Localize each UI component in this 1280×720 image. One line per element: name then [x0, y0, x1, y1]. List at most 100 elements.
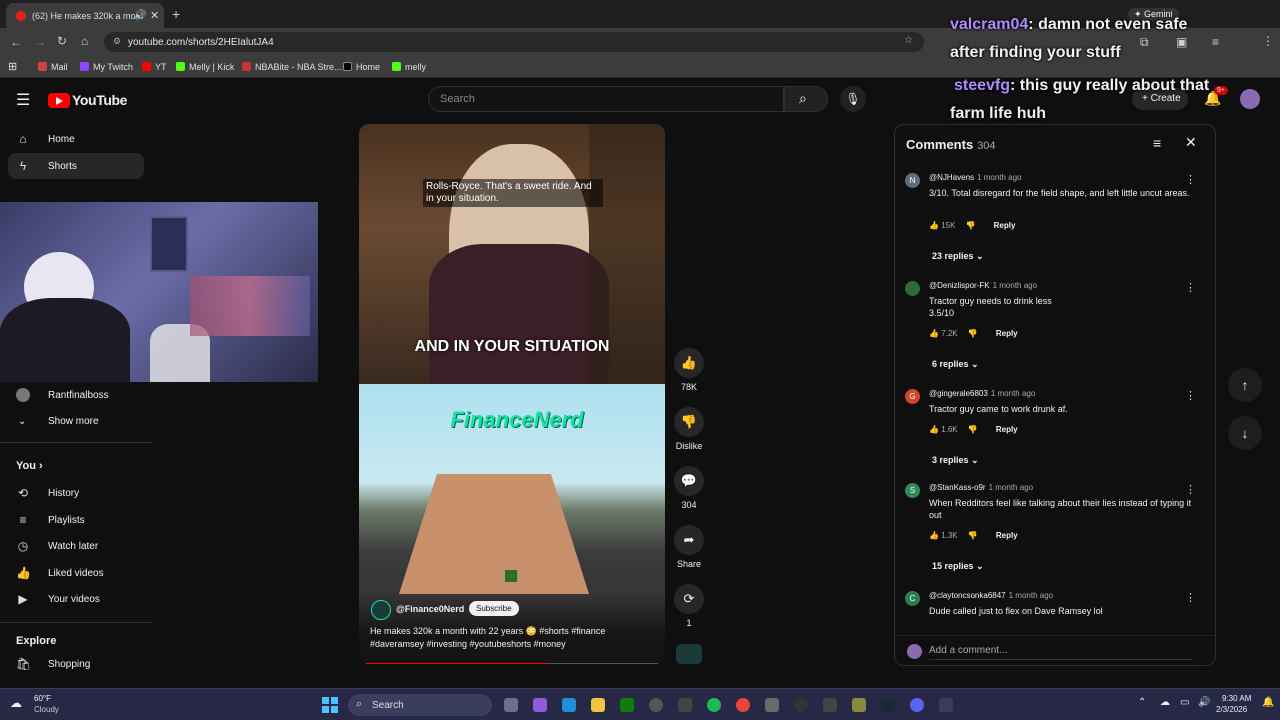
- comment-menu-icon[interactable]: ⋮: [1185, 281, 1196, 294]
- hamburger-menu-icon[interactable]: ☰: [16, 90, 30, 110]
- volume-icon[interactable]: 🔊: [1198, 697, 1210, 708]
- comments-button[interactable]: 💬 304: [674, 466, 704, 510]
- dislike-button[interactable]: 👎 Dislike: [674, 407, 704, 451]
- comment-menu-icon[interactable]: ⋮: [1185, 483, 1196, 496]
- edge-icon[interactable]: [562, 698, 576, 712]
- sort-icon[interactable]: ≡: [1153, 135, 1161, 151]
- browser-tab[interactable]: (62) He makes 320k a mont 🔊 ✕: [6, 3, 164, 28]
- tray-icon[interactable]: ☁: [1160, 697, 1170, 708]
- sidebar-item-history[interactable]: ⟲ History: [8, 480, 144, 506]
- comment-reply-button[interactable]: Reply: [996, 531, 1018, 540]
- comment-dislike-icon[interactable]: 👎: [963, 221, 976, 230]
- notification-center-icon[interactable]: 🔔: [1262, 697, 1274, 708]
- comment-reply-button[interactable]: Reply: [996, 425, 1018, 434]
- bookmark-star-icon[interactable]: ☆: [904, 35, 913, 46]
- speaker-icon[interactable]: 🔊: [134, 10, 146, 21]
- weather-temp[interactable]: 60°F: [34, 694, 51, 703]
- commenter-avatar[interactable]: [905, 281, 920, 296]
- comment-author[interactable]: @claytoncsonka6847 1 month ago: [929, 591, 1053, 600]
- remix-button[interactable]: ⟳ 1: [674, 584, 704, 628]
- commenter-avatar[interactable]: S: [905, 483, 920, 498]
- video-progress-bar[interactable]: [363, 663, 659, 664]
- comment-like-icon[interactable]: 👍: [929, 425, 941, 434]
- app-icon[interactable]: [939, 698, 953, 712]
- app-icon[interactable]: [823, 698, 837, 712]
- app-icon[interactable]: [852, 698, 866, 712]
- commenter-avatar[interactable]: G: [905, 389, 920, 404]
- bookmark-twitch[interactable]: My Twitch: [80, 62, 133, 72]
- youtube-logo-text[interactable]: YouTube: [72, 92, 127, 108]
- sidebar-item-home[interactable]: ⌂ Home: [8, 126, 144, 152]
- you-section-header[interactable]: You ›: [16, 460, 43, 472]
- search-input[interactable]: Search: [428, 86, 784, 112]
- home-icon[interactable]: ⌂: [81, 34, 88, 48]
- like-button[interactable]: 👍 78K: [674, 348, 704, 392]
- task-view-icon[interactable]: [504, 698, 518, 712]
- sidebar-item-playlists[interactable]: ≡ Playlists: [8, 507, 144, 533]
- app-icon[interactable]: [765, 698, 779, 712]
- spotify-icon[interactable]: [707, 698, 721, 712]
- clock-time[interactable]: 9:30 AM: [1222, 694, 1251, 703]
- previous-short-button[interactable]: ↑: [1228, 368, 1262, 402]
- weather-desc[interactable]: Cloudy: [34, 705, 59, 714]
- view-replies-button[interactable]: 3 replies ⌄: [932, 455, 979, 466]
- tray-chevron-icon[interactable]: ⌃: [1138, 697, 1146, 708]
- comment-menu-icon[interactable]: ⋮: [1185, 389, 1196, 402]
- sound-thumbnail[interactable]: [676, 644, 702, 664]
- commenter-avatar[interactable]: C: [905, 591, 920, 606]
- forward-icon[interactable]: →: [34, 35, 46, 49]
- subscribe-button[interactable]: Subscribe: [469, 601, 519, 616]
- comment-menu-icon[interactable]: ⋮: [1185, 173, 1196, 186]
- chrome-menu-icon[interactable]: ⋮: [1262, 34, 1274, 48]
- show-more-button[interactable]: Show more: [48, 416, 99, 427]
- comment-dislike-icon[interactable]: 👎: [966, 425, 978, 434]
- comment-like-icon[interactable]: 👍: [929, 531, 941, 540]
- shorts-video-player[interactable]: Rolls-Royce. That's a sweet ride. And in…: [359, 124, 665, 664]
- channel-avatar[interactable]: [371, 600, 391, 620]
- new-tab-icon[interactable]: +: [172, 6, 180, 22]
- sidebar-item-channel[interactable]: Rantfinalboss: [48, 390, 109, 401]
- youtube-logo-icon[interactable]: [48, 93, 70, 108]
- network-icon[interactable]: ▭: [1180, 697, 1189, 708]
- bookmark-nbabite[interactable]: NBABite - NBA Stre...: [242, 62, 342, 72]
- close-tab-icon[interactable]: ✕: [150, 9, 159, 22]
- clock-date[interactable]: 2/3/2026: [1216, 705, 1247, 714]
- account-avatar[interactable]: [1240, 89, 1260, 109]
- sidebar-item-shorts[interactable]: ϟ Shorts: [8, 153, 144, 179]
- comment-like-icon[interactable]: 👍: [929, 329, 941, 338]
- bookmark-melly[interactable]: melly: [392, 62, 426, 72]
- view-replies-button[interactable]: 15 replies ⌄: [932, 561, 984, 572]
- back-icon[interactable]: ←: [10, 35, 22, 49]
- add-comment-input[interactable]: Add a comment...: [929, 642, 1193, 660]
- comment-menu-icon[interactable]: ⋮: [1185, 591, 1196, 604]
- share-button[interactable]: ➦ Share: [674, 525, 704, 569]
- store-icon[interactable]: [678, 698, 692, 712]
- bookmark-mail[interactable]: Mail: [38, 62, 68, 72]
- file-explorer-icon[interactable]: [591, 698, 605, 712]
- comment-dislike-icon[interactable]: 👎: [966, 531, 978, 540]
- comment-author[interactable]: @gingerale6803 1 month ago: [929, 389, 1035, 398]
- windows-start-icon[interactable]: [322, 697, 338, 713]
- site-info-icon[interactable]: ⚙: [113, 36, 121, 47]
- sidebar-item-liked-videos[interactable]: 👍 Liked videos: [8, 560, 144, 586]
- comment-dislike-icon[interactable]: 👎: [966, 329, 978, 338]
- voice-search-button[interactable]: 🎙: [840, 86, 866, 112]
- commenter-avatar[interactable]: N: [905, 173, 920, 188]
- media-icon[interactable]: [794, 698, 808, 712]
- view-replies-button[interactable]: 23 replies ⌄: [932, 251, 984, 262]
- bookmark-yt[interactable]: YT: [142, 62, 167, 72]
- comment-author[interactable]: @Denizlispor-FK 1 month ago: [929, 281, 1037, 290]
- copilot-icon[interactable]: [533, 698, 547, 712]
- weather-icon[interactable]: ☁: [10, 696, 22, 710]
- obs-icon[interactable]: [649, 698, 663, 712]
- comment-like-icon[interactable]: 👍: [929, 221, 941, 230]
- comment-author[interactable]: @NJHavens 1 month ago: [929, 173, 1022, 182]
- comment-reply-button[interactable]: Reply: [994, 221, 1016, 230]
- next-short-button[interactable]: ↓: [1228, 416, 1262, 450]
- channel-name[interactable]: @Finance0Nerd: [396, 604, 464, 614]
- comment-author[interactable]: @StanKass-o9r 1 month ago: [929, 483, 1033, 492]
- sidebar-item-watch-later[interactable]: ◷ Watch later: [8, 533, 144, 559]
- comment-reply-button[interactable]: Reply: [996, 329, 1018, 338]
- discord-icon[interactable]: [910, 698, 924, 712]
- sidebar-item-shopping[interactable]: 🛍 Shopping: [8, 651, 144, 677]
